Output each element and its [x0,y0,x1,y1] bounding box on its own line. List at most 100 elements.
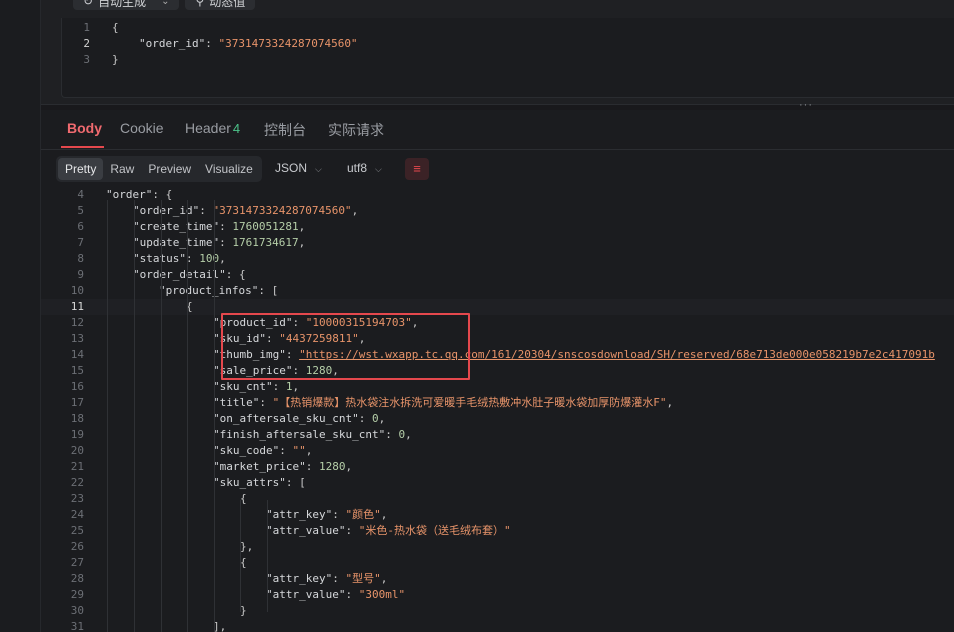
view-visualize[interactable]: Visualize [198,158,260,180]
tab-header-label: Header [185,120,231,136]
code-text: "product_infos": [ [159,284,279,297]
response-format-toolbar: Pretty Raw Preview Visualize JSON ⌵ utf8 ⌵… [41,150,954,188]
response-code-line: 30} [41,603,954,619]
indent-guide [240,500,241,612]
auto-generate-label: 自动生成 [98,0,147,9]
line-number: 14 [70,348,84,361]
chevron-down-icon[interactable]: ⌄ [161,0,169,7]
response-code-line: 17 "title": "【热销爆款】热水袋注水拆洗可爱暖手毛绒热敷冲水肚子暖水袋… [41,395,954,411]
request-code-line: 2 "order_id": "3731473324287074560" [62,36,357,52]
line-number: 20 [70,444,84,457]
response-code-line: 16 "sku_cnt": 1, [41,379,954,395]
code-text: "attr_key": "颜色", [266,508,388,521]
response-code-line: 10 "product_infos": [ [41,283,954,299]
code-text: "market_price": 1280, [213,460,353,473]
indent-guide [134,200,135,632]
code-text: "sku_code": "", [213,444,313,457]
code-text: } [112,53,119,66]
code-text: "attr_value": "300ml" [266,588,406,601]
response-code-line: 27{ [41,555,954,571]
code-text: "attr_value": "米色-热水袋（送毛绒布套）" [266,524,511,537]
line-number: 16 [70,380,84,393]
indent-guide [267,500,268,612]
tab-header[interactable]: Header 4 [185,120,240,136]
tab-console[interactable]: 控制台 [264,120,306,140]
response-tabs: Body Cookie Header 4 控制台 实际请求 [41,110,954,150]
line-number: 28 [70,572,84,585]
annotation-highlight-box [221,313,470,380]
code-text: "order_id": "3731473324287074560" [139,37,358,50]
word-wrap-icon[interactable]: ≡ [405,158,429,180]
header-count-badge: 4 [232,121,241,136]
request-code-line: 3} [62,52,118,68]
response-code-line: 23{ [41,491,954,507]
line-number: 15 [70,364,84,377]
line-number: 23 [70,492,84,505]
left-sidebar [0,0,41,632]
code-text: "create_time": 1760051281, [133,220,306,233]
dynamic-value-label: 动态值 [209,0,246,9]
chevron-down-icon: ⌵ [375,164,382,174]
tab-body[interactable]: Body [67,120,102,136]
line-number: 17 [70,396,84,409]
line-number: 1 [83,21,90,34]
line-number: 21 [70,460,84,473]
refresh-icon: ↻ [83,0,94,8]
code-text: "update_time": 1761734617, [133,236,306,249]
line-number: 31 [70,620,84,632]
encoding-select[interactable]: utf8 ⌵ [347,161,382,175]
auto-generate-button[interactable]: ↻ 自动生成 ⌄ [73,0,180,10]
request-body-editor[interactable]: 1 {2 "order_id": "3731473324287074560" 3} [61,18,954,98]
line-number: 11 [70,300,84,313]
line-number: 30 [70,604,84,617]
request-toolbar: ↻ 自动生成 ⌄ ⚲ 动态值 [73,0,256,10]
request-body-panel: ↻ 自动生成 ⌄ ⚲ 动态值 1 {2 "order_id": "373147332… [41,0,954,104]
response-code-line: 21 "market_price": 1280, [41,459,954,475]
line-number: 8 [77,252,84,265]
code-text: "sku_cnt": 1, [213,380,300,393]
response-code-line: 28 "attr_key": "型号", [41,571,954,587]
line-number: 10 [70,284,84,297]
code-text: { [112,21,119,34]
line-number: 12 [70,316,84,329]
line-number: 19 [70,428,84,441]
format-select[interactable]: JSON ⌵ [275,161,322,175]
code-text: "order_detail": { [133,268,246,281]
response-code-line: 26}, [41,539,954,555]
response-code-line: 25 "attr_value": "米色-热水袋（送毛绒布套）" [41,523,954,539]
response-body-editor[interactable]: 4 "order": {5 "order_id": "373147332428707… [41,188,954,632]
encoding-value: utf8 [347,161,368,175]
tab-actual-request[interactable]: 实际请求 [328,120,384,140]
view-mode-segmented: Pretty Raw Preview Visualize [56,156,262,182]
view-pretty[interactable]: Pretty [58,158,104,180]
line-number: 6 [77,220,84,233]
line-number: 24 [70,508,84,521]
tab-cookie[interactable]: Cookie [120,120,164,136]
line-number: 27 [70,556,84,569]
response-code-line: 6 "create_time": 1760051281, [41,219,954,235]
line-number: 5 [77,204,84,217]
line-number: 7 [77,236,84,249]
code-text: }, [240,540,254,553]
code-text: "order": { [106,188,173,201]
line-number: 4 [77,188,84,201]
code-text: "status": 100, [133,252,226,265]
response-code-line: 19 "finish_aftersale_sku_cnt": 0, [41,427,954,443]
code-text: "on_aftersale_sku_cnt": 0, [213,412,386,425]
response-code-line: 13 "sku_id": "4437259811", [41,331,954,347]
chevron-down-icon: ⌵ [315,164,322,174]
code-text: "sku_attrs": [ [213,476,306,489]
response-code-line: 14 "thumb_img": "https://wst.wxapp.tc.qq.… [41,347,954,363]
magic-wand-icon: ⚲ [195,0,205,8]
response-code-line: 7 "update_time": 1761734617, [41,235,954,251]
line-number: 22 [70,476,84,489]
line-number: 13 [70,332,84,345]
response-code-line: 31], [41,619,954,632]
response-code-line: 15 "sale_price": 1280, [41,363,954,379]
line-number: 29 [70,588,84,601]
view-preview[interactable]: Preview [141,158,198,180]
response-code-line: 11{ [41,299,954,315]
dynamic-value-button[interactable]: ⚲ 动态值 [185,0,256,10]
view-raw[interactable]: Raw [103,158,141,180]
line-number: 18 [70,412,84,425]
